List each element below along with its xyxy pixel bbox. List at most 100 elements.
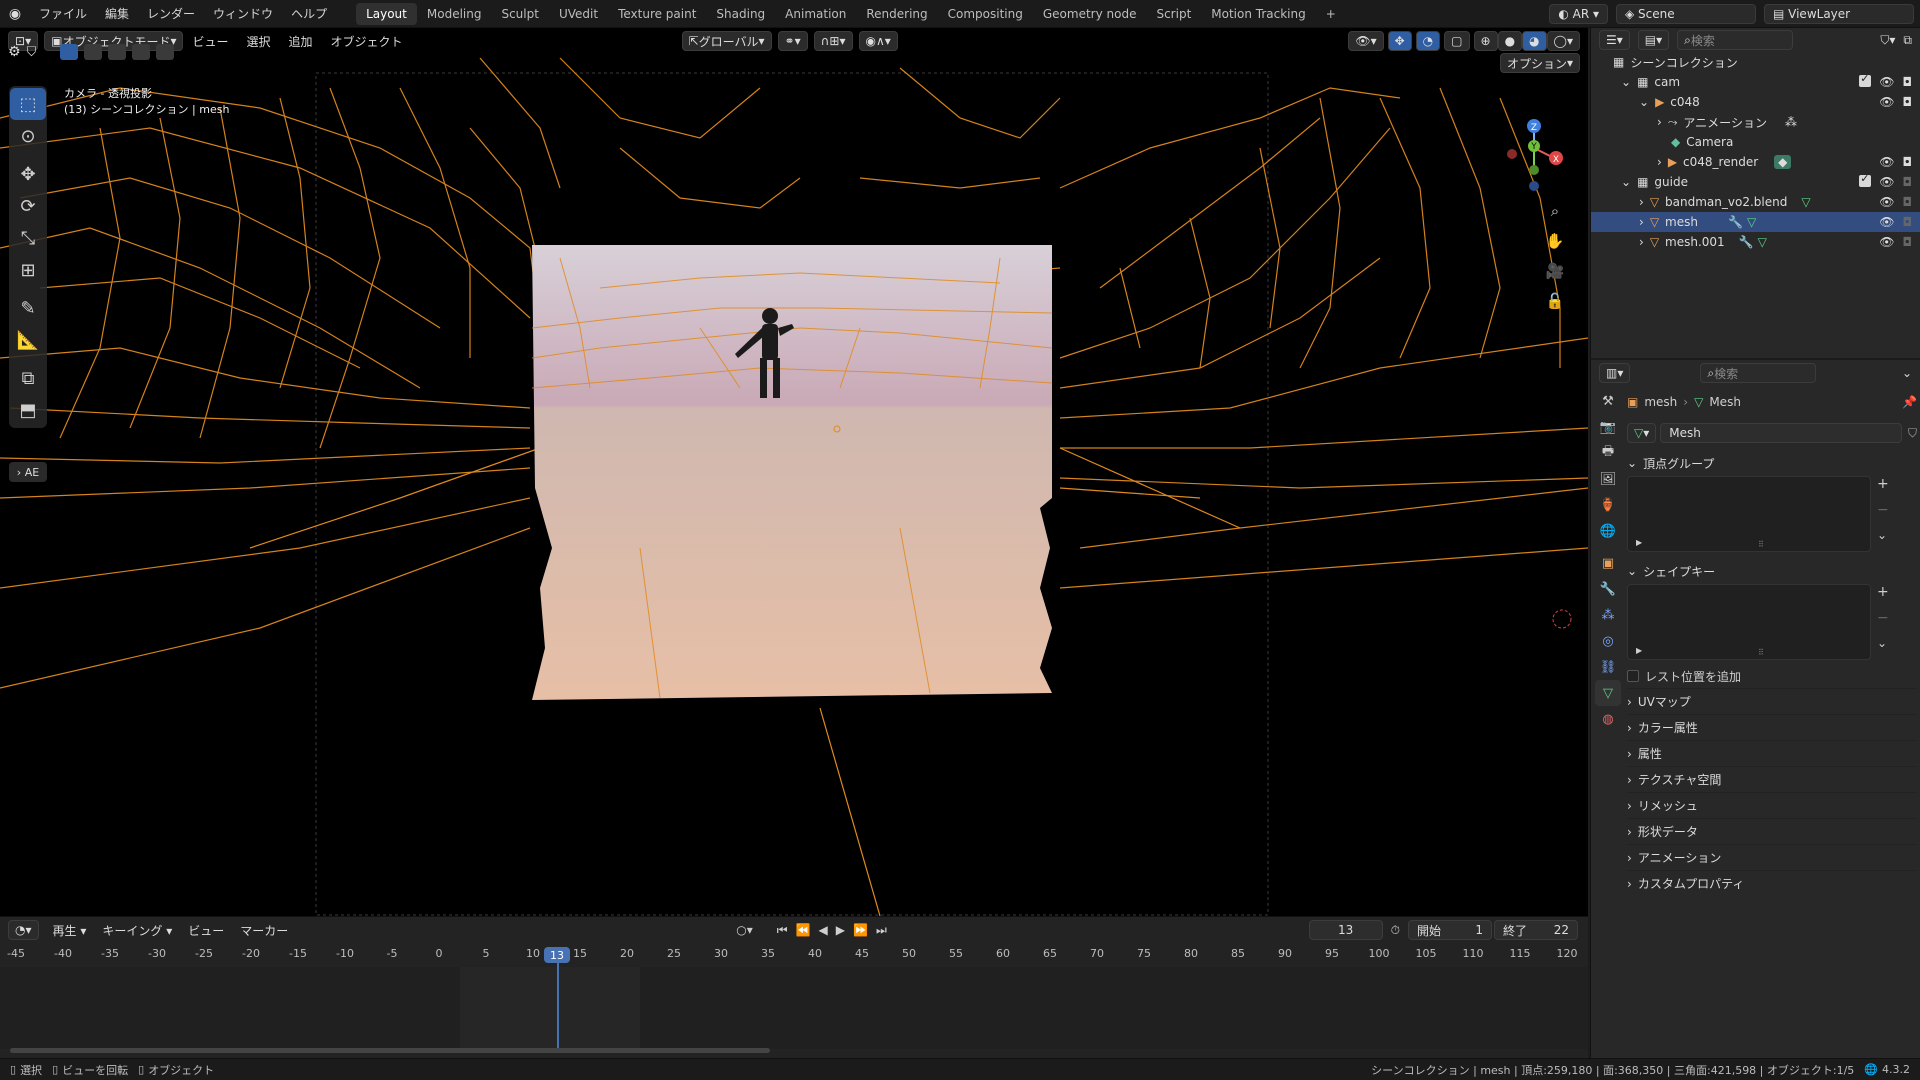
render-tab-icon[interactable]: 📷: [1595, 414, 1621, 440]
3d-cursor[interactable]: [1552, 609, 1572, 629]
tab-animation[interactable]: Animation: [775, 3, 856, 25]
proportional-edit-button[interactable]: ◉ ∧▾: [858, 31, 898, 51]
outliner-search-input[interactable]: ⌕ 検索: [1677, 30, 1794, 50]
tab-geometry-node[interactable]: Geometry node: [1033, 3, 1147, 25]
eye-icon[interactable]: 👁: [1879, 75, 1894, 89]
panel-remesh[interactable]: › リメッシュ: [1627, 792, 1917, 818]
navigation-gizmo[interactable]: Z Y X: [1490, 88, 1570, 198]
scene-tab-icon[interactable]: 🏺: [1595, 492, 1621, 518]
tab-shading[interactable]: Shading: [706, 3, 775, 25]
vertex-groups-list[interactable]: ▶ ⠿: [1627, 476, 1871, 552]
resize-grip-icon[interactable]: ⠿: [1758, 540, 1764, 549]
view-layer-tab-icon[interactable]: 🖼: [1595, 466, 1621, 492]
measure-tool[interactable]: 📐: [10, 324, 46, 356]
ae-panel-tab[interactable]: › AE: [9, 462, 47, 482]
vertex-groups-panel-header[interactable]: ⌄ 頂点グループ: [1627, 450, 1917, 476]
display-mode-button[interactable]: ▤ ▾: [1637, 30, 1670, 50]
outliner-root[interactable]: ▦ シーンコレクション: [1591, 52, 1920, 72]
render-icon[interactable]: ◘: [1903, 75, 1913, 89]
shape-keys-panel-header[interactable]: ⌄ シェイプキー: [1627, 558, 1917, 584]
shape-keys-list[interactable]: ▶ ⠿: [1627, 584, 1871, 660]
filter-icon[interactable]: ⛉▾: [1880, 33, 1895, 48]
panel-animation[interactable]: › アニメーション: [1627, 844, 1917, 870]
menu-add[interactable]: 追加: [280, 33, 322, 50]
chevron-down-icon[interactable]: ⌄: [1877, 528, 1889, 542]
menu-file[interactable]: ファイル: [30, 5, 96, 22]
particles-tab-icon[interactable]: ⁂: [1595, 602, 1621, 628]
expand-triangle-icon[interactable]: ▶: [1636, 538, 1642, 547]
panel-texture-space[interactable]: › テクスチャ空間: [1627, 766, 1917, 792]
transform-orientation-selector[interactable]: ⇱ グローバル ▾: [681, 31, 772, 51]
chevron-down-icon[interactable]: ⌄: [1877, 636, 1889, 650]
outliner-row-cam[interactable]: ⌄ ▦ cam 👁 ◘: [1591, 72, 1920, 92]
select-mode-subtract-button[interactable]: [108, 44, 127, 60]
tab-texture-paint[interactable]: Texture paint: [608, 3, 706, 25]
tab-modeling[interactable]: Modeling: [417, 3, 492, 25]
shading-material-button[interactable]: ◕: [1522, 31, 1547, 51]
panel-attributes[interactable]: › 属性: [1627, 740, 1917, 766]
timeline-body[interactable]: [0, 967, 1588, 1049]
snap-button[interactable]: ∩ ⊞▾: [813, 31, 853, 51]
tab-rendering[interactable]: Rendering: [856, 3, 937, 25]
outliner-row-c048-render[interactable]: › ▶ c048_render ◆ 👁 ◘: [1591, 152, 1920, 172]
modifier-tab-icon[interactable]: 🔧: [1595, 576, 1621, 602]
view-layer-selector[interactable]: ▤ ViewLayer: [1764, 3, 1914, 24]
menu-help[interactable]: ヘルプ: [282, 5, 336, 22]
cursor-tool[interactable]: ⊙: [10, 120, 46, 152]
rotate-tool[interactable]: ⟳: [10, 190, 46, 222]
shading-rendered-button[interactable]: ◯ ▾: [1546, 31, 1580, 51]
ar-selector[interactable]: ◐ AR ▾: [1549, 3, 1608, 24]
panel-uv-maps[interactable]: › UVマップ: [1627, 688, 1917, 714]
minus-icon[interactable]: −: [1877, 502, 1889, 518]
add-cube-tool[interactable]: ⧉: [10, 362, 46, 394]
exclude-checkbox[interactable]: [1859, 72, 1872, 87]
tab-uvedit[interactable]: UVedit: [549, 3, 608, 25]
pan-hand-icon[interactable]: ✋: [1542, 228, 1568, 254]
visibility-button[interactable]: 👁 ▾: [1348, 31, 1384, 51]
eye-icon[interactable]: 👁: [1879, 235, 1894, 249]
render-icon[interactable]: ◘: [1903, 95, 1913, 109]
outliner-row-mesh[interactable]: › ▽ mesh 🔧 ▽ 👁 ◘: [1591, 212, 1920, 232]
eye-icon[interactable]: 👁: [1879, 175, 1894, 189]
menu-window[interactable]: ウィンドウ: [204, 5, 282, 22]
gizmo-toggle-button[interactable]: ✥: [1387, 31, 1412, 51]
render-icon[interactable]: ◘: [1903, 235, 1913, 249]
resize-grip-icon[interactable]: ⠿: [1758, 648, 1764, 657]
world-tab-icon[interactable]: 🌐: [1595, 518, 1621, 544]
eye-icon[interactable]: 👁: [1879, 195, 1894, 209]
eye-icon[interactable]: 👁: [1879, 155, 1894, 169]
pin-icon[interactable]: 📌: [1902, 395, 1917, 409]
eye-icon[interactable]: 👁: [1879, 215, 1894, 229]
overlay-toggle-button[interactable]: ◔: [1415, 31, 1441, 51]
tool-tab-icon[interactable]: ⚒: [1595, 388, 1621, 414]
move-tool[interactable]: ✥: [10, 158, 46, 190]
scale-tool[interactable]: ⤡: [10, 222, 46, 254]
panel-custom-properties[interactable]: › カスタムプロパティ: [1627, 870, 1917, 896]
menu-select[interactable]: 選択: [238, 33, 280, 50]
properties-editor-type-button[interactable]: ▥ ▾: [1599, 363, 1631, 383]
exclude-checkbox[interactable]: [1859, 172, 1872, 187]
pivot-point-button[interactable]: ⚭ ▾: [777, 31, 808, 51]
shading-wireframe-button[interactable]: ⊕: [1473, 31, 1498, 51]
xray-button[interactable]: ▢: [1444, 31, 1470, 51]
fake-user-shield-icon[interactable]: ⛉: [1908, 426, 1917, 441]
select-box-tool[interactable]: ⬚: [10, 88, 46, 120]
rest-position-checkbox[interactable]: [1627, 670, 1639, 682]
lock-icon[interactable]: 🔓: [1542, 288, 1568, 314]
menu-render[interactable]: レンダー: [138, 5, 204, 22]
tab-sculpt[interactable]: Sculpt: [491, 3, 548, 25]
render-icon[interactable]: ◘: [1903, 155, 1913, 169]
outliner-row-guide[interactable]: ⌄ ▦ guide 👁 ◘: [1591, 172, 1920, 192]
select-mode-intersect-button[interactable]: [156, 44, 175, 60]
3d-viewport[interactable]: ⊡ ▾ ▣ オブジェクトモード ▾ ビュー 選択 追加 オブジェクト ⇱ グローバ…: [0, 28, 1588, 916]
playhead-indicator[interactable]: 13: [544, 947, 570, 963]
panel-geometry-data[interactable]: › 形状データ: [1627, 818, 1917, 844]
tool-settings-gear-icon[interactable]: ⚙: [8, 44, 21, 60]
tab-motion-tracking[interactable]: Motion Tracking: [1201, 3, 1315, 25]
outliner-row-mesh001[interactable]: › ▽ mesh.001 🔧 ▽ 👁 ◘: [1591, 232, 1920, 252]
material-tab-icon[interactable]: ◍: [1595, 706, 1621, 732]
physics-tab-icon[interactable]: ◎: [1595, 628, 1621, 654]
menu-view[interactable]: ビュー: [183, 33, 237, 50]
add-workspace-button[interactable]: +: [1316, 3, 1346, 25]
constraints-tab-icon[interactable]: ⛓: [1595, 654, 1621, 680]
